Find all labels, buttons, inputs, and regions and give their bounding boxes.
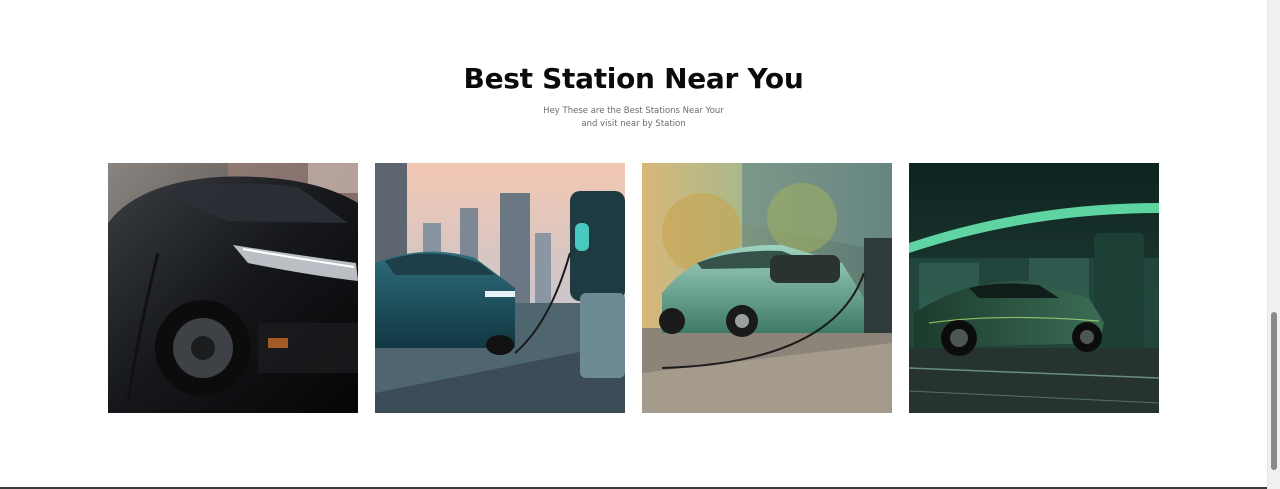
scrollbar-thumb[interactable] (1271, 312, 1277, 470)
section-subtitle: Hey These are the Best Stations Near You… (0, 105, 1267, 131)
subtitle-line-1: Hey These are the Best Stations Near You… (543, 106, 724, 116)
page-viewport: Best Station Near You Hey These are the … (0, 0, 1280, 489)
station-card-3[interactable] (642, 163, 892, 413)
green-ev-image (642, 163, 892, 413)
teal-ev-image (375, 163, 625, 413)
vertical-scrollbar[interactable] (1267, 0, 1280, 489)
black-ev-image (108, 163, 358, 413)
station-card-4[interactable] (909, 163, 1159, 413)
stations-section: Best Station Near You Hey These are the … (0, 0, 1267, 487)
section-title: Best Station Near You (463, 62, 804, 95)
subtitle-line-2: and visit near by Station (581, 119, 686, 129)
station-card-1[interactable] (108, 163, 358, 413)
station-gallery (108, 163, 1159, 413)
neon-station-image (909, 163, 1159, 413)
station-card-2[interactable] (375, 163, 625, 413)
